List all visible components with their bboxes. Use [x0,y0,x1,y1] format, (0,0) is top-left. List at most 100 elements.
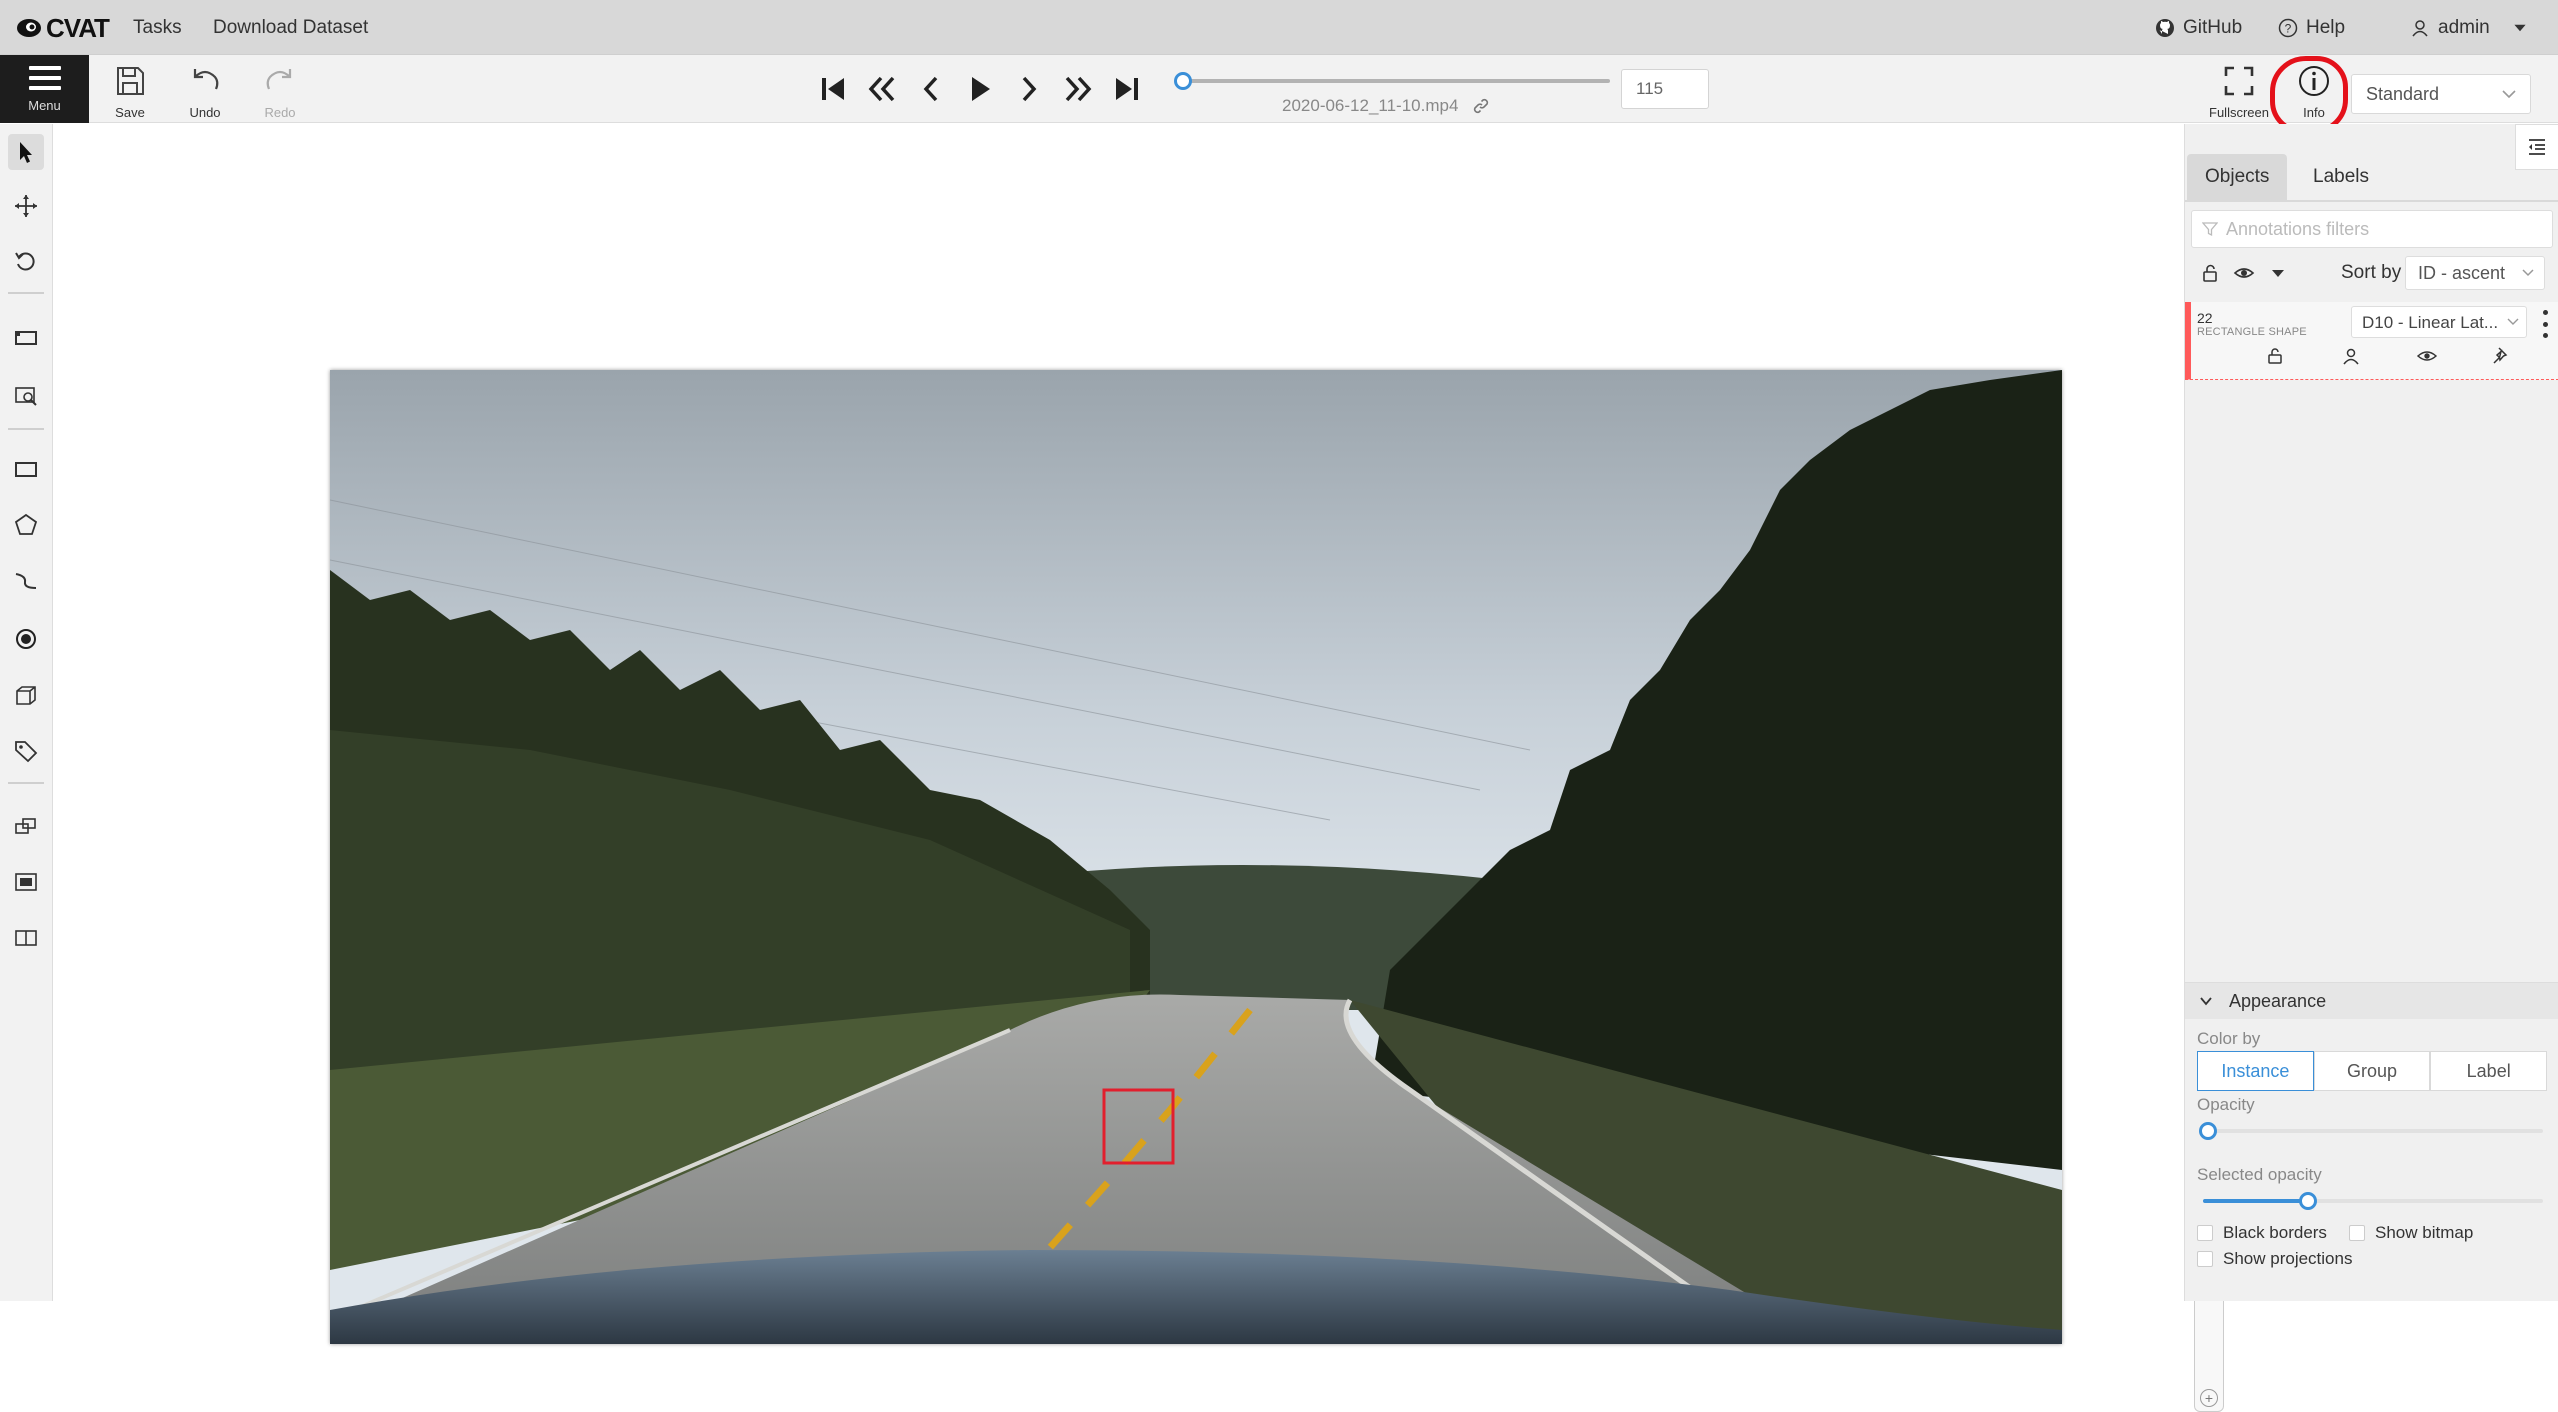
appearance-header[interactable]: Appearance [2185,983,2558,1019]
group-tool[interactable] [8,864,44,900]
info-button[interactable]: Info [2284,63,2344,120]
fullscreen-button[interactable]: Fullscreen [2209,63,2269,120]
draw-polygon-tool[interactable] [8,507,44,543]
more-vertical-icon[interactable] [2537,310,2553,338]
black-borders-checkbox[interactable]: Black borders [2197,1223,2327,1243]
undo-icon [193,69,219,90]
show-bitmap-label: Show bitmap [2375,1223,2474,1242]
controls-sidebar [0,124,53,1301]
object-pin-user-button[interactable] [2341,346,2363,368]
object-item[interactable]: 22 RECTANGLE SHAPE D10 - Linear Lat... [2185,302,2558,380]
selected-opacity-label: Selected opacity [2197,1165,2322,1184]
cursor-icon [20,142,32,163]
rotate-tool[interactable] [8,244,44,280]
selected-opacity-slider[interactable] [2203,1192,2543,1210]
tab-objects[interactable]: Objects [2187,154,2288,200]
zoom-region-tool[interactable] [8,378,44,414]
split-icon [15,930,37,946]
eye-all-icon[interactable] [2233,262,2255,284]
eye-icon [2416,351,2438,361]
color-by-group: Instance Group Label [2197,1051,2548,1091]
help-link[interactable]: ? Help [2278,17,2345,39]
workspace-value: Standard [2366,84,2440,104]
draw-rectangle-tool[interactable] [8,451,44,487]
color-by-label-option[interactable]: Label [2430,1051,2548,1091]
object-visibility-button[interactable] [2416,346,2439,368]
user-menu[interactable]: admin [2410,17,2528,39]
menu-button[interactable]: Menu [0,55,89,123]
backward-step-button[interactable] [862,69,902,109]
cuboid-icon [16,686,36,705]
show-projections-label: Show projections [2223,1249,2353,1268]
selected-opacity-fill [2203,1199,2307,1203]
show-projections-checkbox[interactable]: Show projections [2197,1249,2352,1269]
previous-frame-button[interactable] [911,69,951,109]
setup-tag-tool[interactable] [8,733,44,769]
move-tool[interactable] [8,188,44,224]
next-frame-button[interactable] [1009,69,1049,109]
video-frame-image[interactable] [330,370,2062,1344]
zoom-in-icon[interactable]: + [2200,1389,2218,1407]
color-by-group-option[interactable]: Group [2313,1051,2431,1091]
checkbox-box [2197,1251,2213,1267]
draw-cuboid-tool[interactable] [8,677,44,713]
nav-tasks[interactable]: Tasks [133,17,182,39]
object-lock-button[interactable] [2265,346,2287,368]
merge-tool[interactable] [8,808,44,844]
undo-button[interactable]: Undo [175,63,235,120]
objects-list-header: Sort by ID - ascent [2185,252,2558,292]
draw-points-tool[interactable] [8,621,44,657]
checkbox-box [2349,1225,2365,1241]
workspace-select[interactable]: Standard [2351,74,2531,114]
opacity-slider[interactable] [2199,1122,2543,1140]
save-button[interactable]: Save [100,63,160,120]
tab-labels[interactable]: Labels [2295,154,2387,200]
video-filename: 2020-06-12_11-10.mp4 [1282,96,1459,115]
redo-label: Redo [264,105,296,120]
collapse-sidebar-button[interactable] [2515,124,2558,170]
link-icon[interactable] [1472,97,1490,115]
cursor-tool[interactable] [8,134,44,170]
opacity-label: Opacity [2197,1095,2255,1114]
object-pin-button[interactable] [2491,346,2513,368]
object-id: 22 [2197,310,2213,326]
nav-download-dataset[interactable]: Download Dataset [213,17,368,39]
play-icon [972,77,990,101]
split-tool[interactable] [8,920,44,956]
unlock-all-icon[interactable] [2199,262,2221,284]
object-label-select[interactable]: D10 - Linear Lat... [2351,306,2527,338]
last-frame-button[interactable] [1107,69,1147,109]
play-button[interactable] [960,69,1000,109]
player-toolbar: Menu Save Undo Redo [0,55,2558,123]
unlock-icon [2268,348,2282,364]
opacity-slider-handle[interactable] [2199,1122,2217,1140]
tool-separator [8,782,44,784]
chevron-down-icon [2502,90,2516,99]
frame-number-input[interactable]: 115 [1621,69,1709,109]
frame-slider-handle[interactable] [1174,72,1192,90]
draw-polyline-tool[interactable] [8,563,44,599]
undo-label: Undo [189,105,221,120]
group-icon [15,873,37,891]
filter-placeholder: Annotations filters [2226,218,2370,239]
annotations-filter-input[interactable]: Annotations filters [2191,210,2553,248]
cvat-logo[interactable]: CVAT [16,12,110,44]
fit-image-tool[interactable] [8,320,44,356]
sort-by-select[interactable]: ID - ascent [2405,256,2545,290]
skip-first-icon [822,78,844,100]
color-by-instance[interactable]: Instance [2197,1051,2314,1091]
selected-opacity-handle[interactable] [2299,1192,2317,1210]
show-bitmap-checkbox[interactable]: Show bitmap [2349,1223,2473,1243]
sort-by-value: ID - ascent [2418,263,2506,283]
svg-text:?: ? [2285,22,2292,36]
user-icon [2343,348,2359,365]
frame-slider-track[interactable] [1182,79,1610,83]
canvas-area[interactable]: + [54,124,2224,1412]
forward-step-button[interactable] [1058,69,1098,109]
redo-icon [266,69,292,90]
github-link[interactable]: GitHub [2155,17,2242,39]
caret-down-icon[interactable] [2267,262,2289,284]
first-frame-button[interactable] [813,69,853,109]
filename-row: 2020-06-12_11-10.mp4 [1282,96,1490,116]
redo-button[interactable]: Redo [250,63,310,120]
